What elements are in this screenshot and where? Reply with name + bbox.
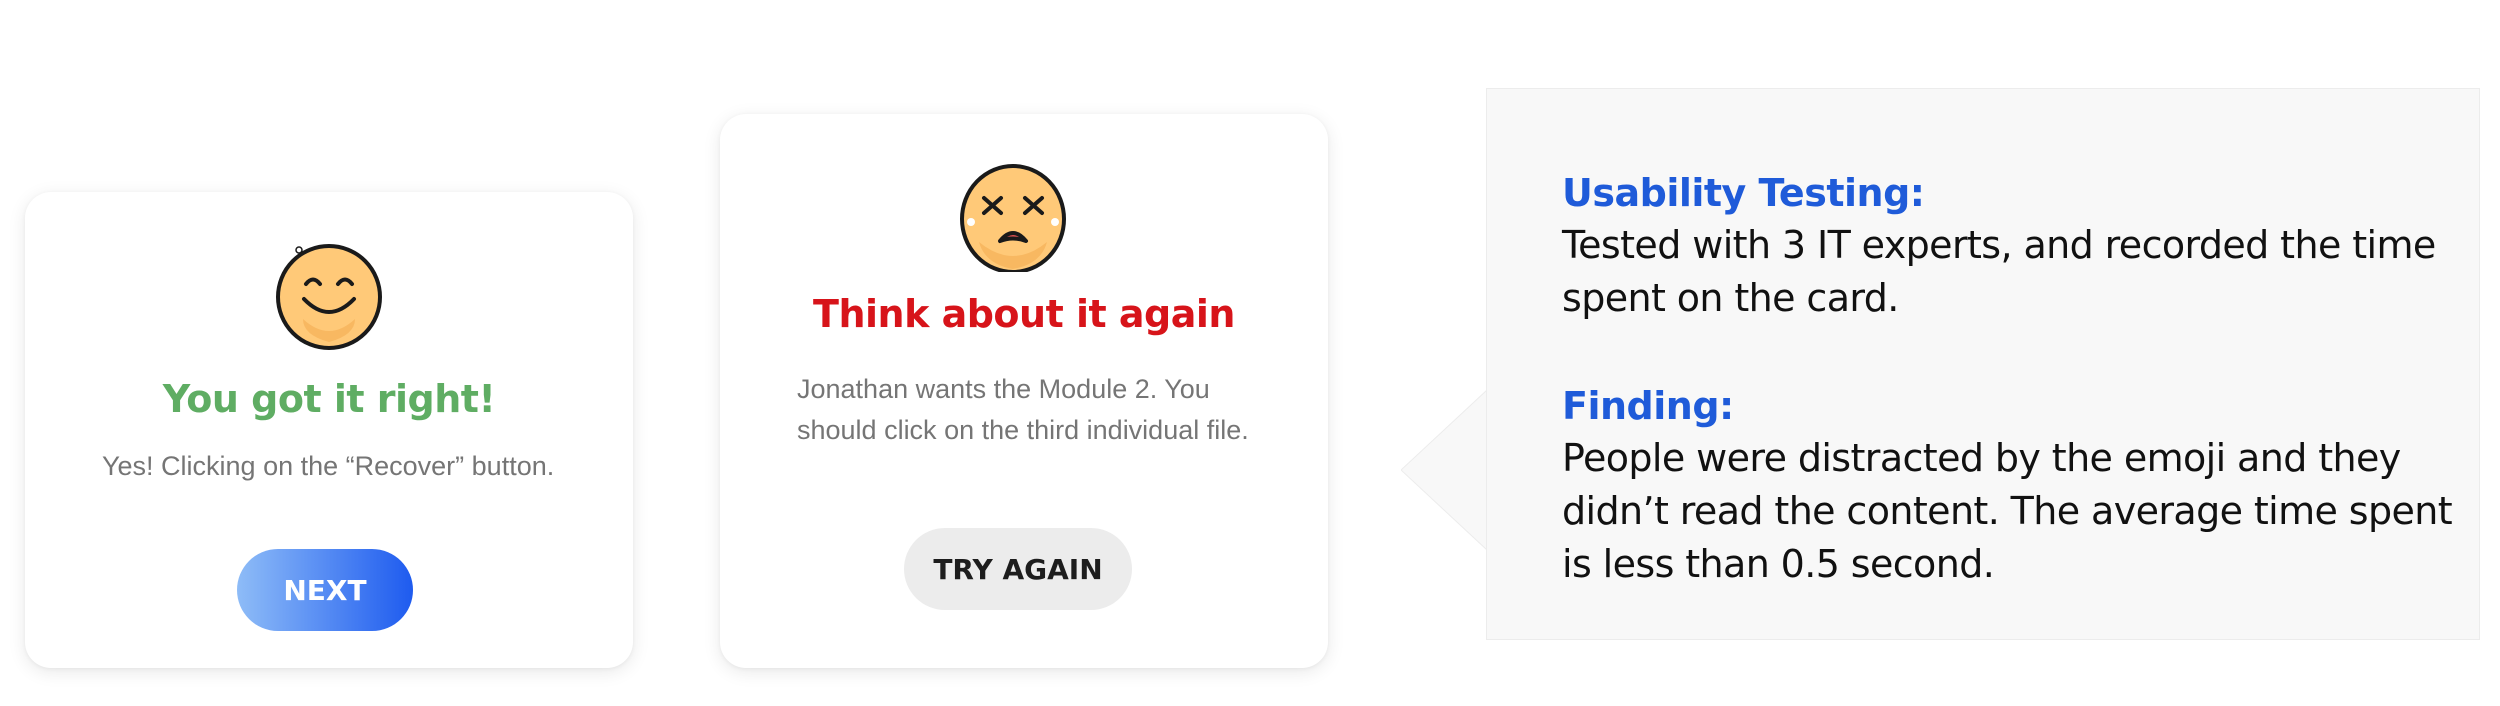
callout-pointer (1401, 390, 1488, 550)
retry-title: Think about it again (813, 292, 1235, 336)
success-title: You got it right! (162, 377, 496, 421)
usability-testing-text: Tested with 3 IT experts, and recorded t… (1562, 223, 2436, 320)
finding-text: People were distracted by the emoji and … (1562, 436, 2453, 586)
finding-heading: Finding: (1562, 384, 1734, 428)
wrong-answer-card: Think about it again Jonathan wants the … (720, 114, 1328, 668)
usability-testing-heading: Usability Testing: (1562, 171, 1925, 215)
try-again-button[interactable]: TRY AGAIN (904, 528, 1132, 610)
smiling-face-icon (276, 244, 382, 350)
success-message: Yes! Clicking on the “Recover” button. (102, 451, 555, 481)
retry-message: Jonathan wants the Module 2. You should … (797, 374, 1249, 445)
next-button[interactable]: NEXT (237, 549, 413, 631)
dizzy-face-icon (960, 164, 1066, 272)
usability-notes-panel: Usability Testing: Tested with 3 IT expe… (1486, 88, 2480, 640)
correct-answer-card: You got it right! Yes! Clicking on the “… (25, 192, 633, 668)
